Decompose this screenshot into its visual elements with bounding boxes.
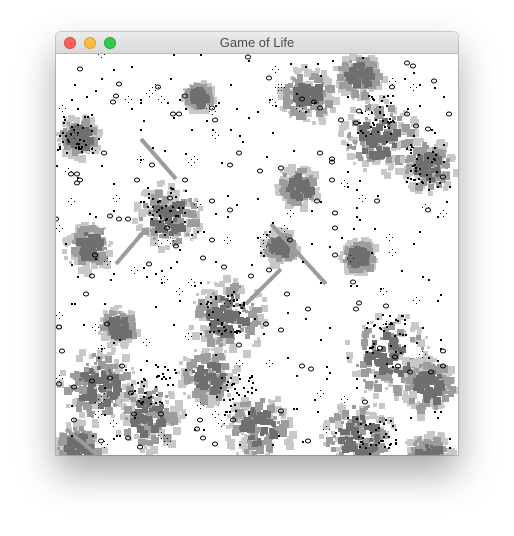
game-of-life-window: Game of Life (56, 32, 458, 455)
life-grid[interactable] (56, 54, 458, 455)
title-bar[interactable]: Game of Life (56, 32, 458, 54)
window-title: Game of Life (219, 35, 295, 50)
glider-trail (139, 137, 178, 181)
trail-region (347, 246, 370, 268)
glider-trail (114, 227, 148, 266)
trail-region (413, 370, 445, 405)
life-grid-area[interactable] (56, 54, 458, 455)
